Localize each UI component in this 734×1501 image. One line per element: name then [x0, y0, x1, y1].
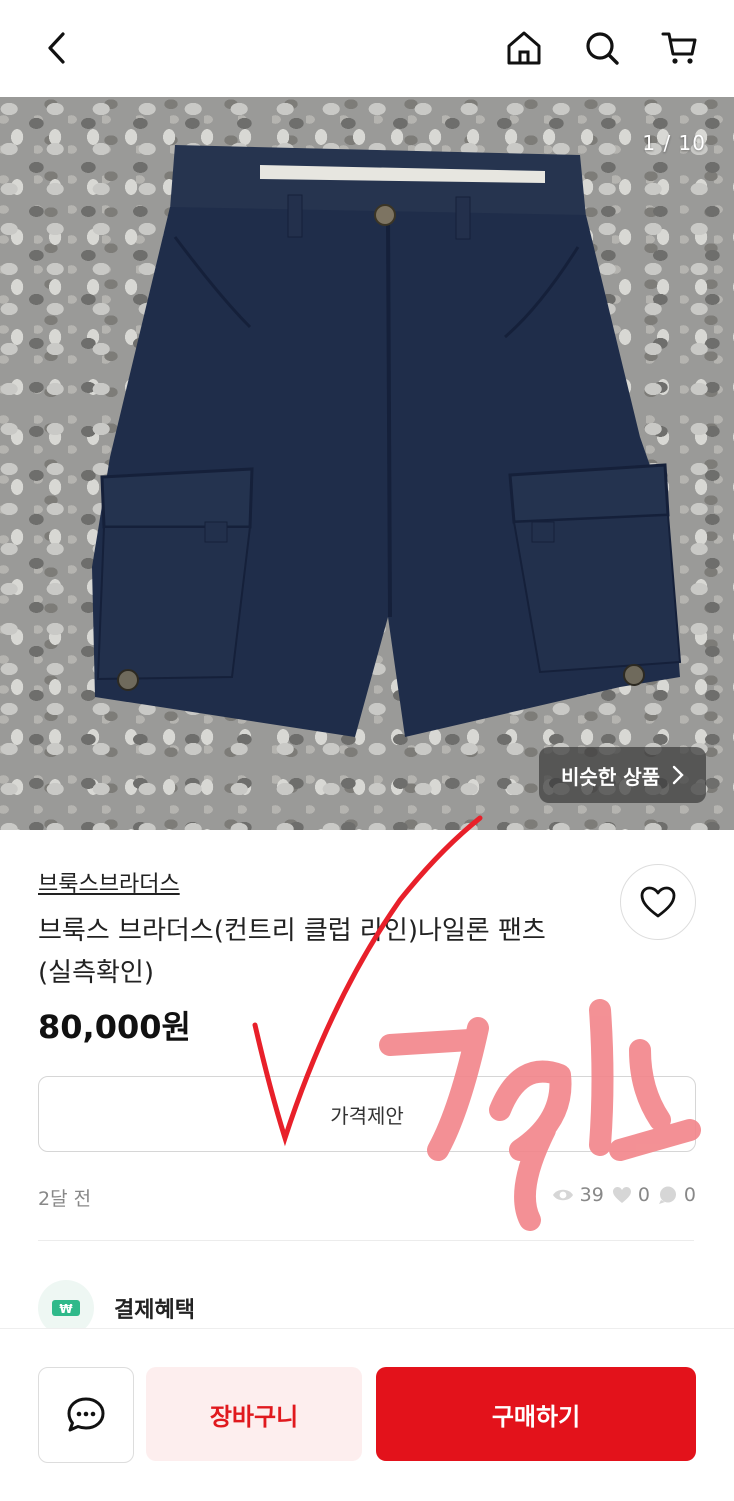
- product-image-gallery[interactable]: 1 / 10 비슷한 상품: [0, 97, 734, 830]
- back-icon[interactable]: [34, 24, 82, 72]
- search-icon[interactable]: [578, 24, 626, 72]
- heart-icon: [640, 886, 676, 918]
- similar-products-label: 비슷한 상품: [561, 764, 660, 789]
- heart-small-icon: [612, 1187, 631, 1203]
- brand-link[interactable]: 브룩스브라더스: [38, 866, 180, 898]
- likes-count: 0: [637, 1184, 650, 1206]
- buy-now-button[interactable]: 구매하기: [376, 1367, 696, 1461]
- add-to-cart-button[interactable]: 장바구니: [146, 1367, 362, 1461]
- cart-icon[interactable]: [656, 24, 704, 72]
- product-price: 80,000원: [38, 1008, 191, 1046]
- views-stat: 39: [552, 1184, 604, 1206]
- like-button[interactable]: [620, 864, 696, 940]
- chats-stat: 0: [658, 1184, 696, 1206]
- chevron-right-icon: [672, 765, 684, 785]
- chat-icon: [67, 1397, 105, 1432]
- divider: [38, 1240, 694, 1241]
- likes-stat: 0: [612, 1184, 650, 1206]
- views-count: 39: [579, 1184, 604, 1206]
- svg-text:₩: ₩: [59, 1302, 73, 1316]
- similar-products-button[interactable]: 비슷한 상품: [539, 747, 706, 803]
- home-icon[interactable]: [500, 24, 548, 72]
- image-counter: 1 / 10: [642, 131, 706, 155]
- payment-benefit-label: 결제혜택: [114, 1298, 195, 1323]
- product-photo: [92, 145, 682, 737]
- bottom-action-bar: 장바구니 구매하기: [0, 1328, 734, 1501]
- product-stats: 39 0 0: [552, 1184, 696, 1206]
- chats-count: 0: [683, 1184, 696, 1206]
- posted-time: 2달 전: [38, 1188, 92, 1210]
- eye-icon: [552, 1189, 573, 1201]
- product-title: 브룩스 브라더스(컨트리 클럽 라인)나일론 팬츠 (실측확인): [38, 916, 546, 988]
- chat-bubble-icon: [658, 1186, 676, 1204]
- chat-button[interactable]: [38, 1367, 134, 1463]
- top-bar: [0, 0, 734, 97]
- price-offer-button[interactable]: 가격제안: [38, 1076, 696, 1152]
